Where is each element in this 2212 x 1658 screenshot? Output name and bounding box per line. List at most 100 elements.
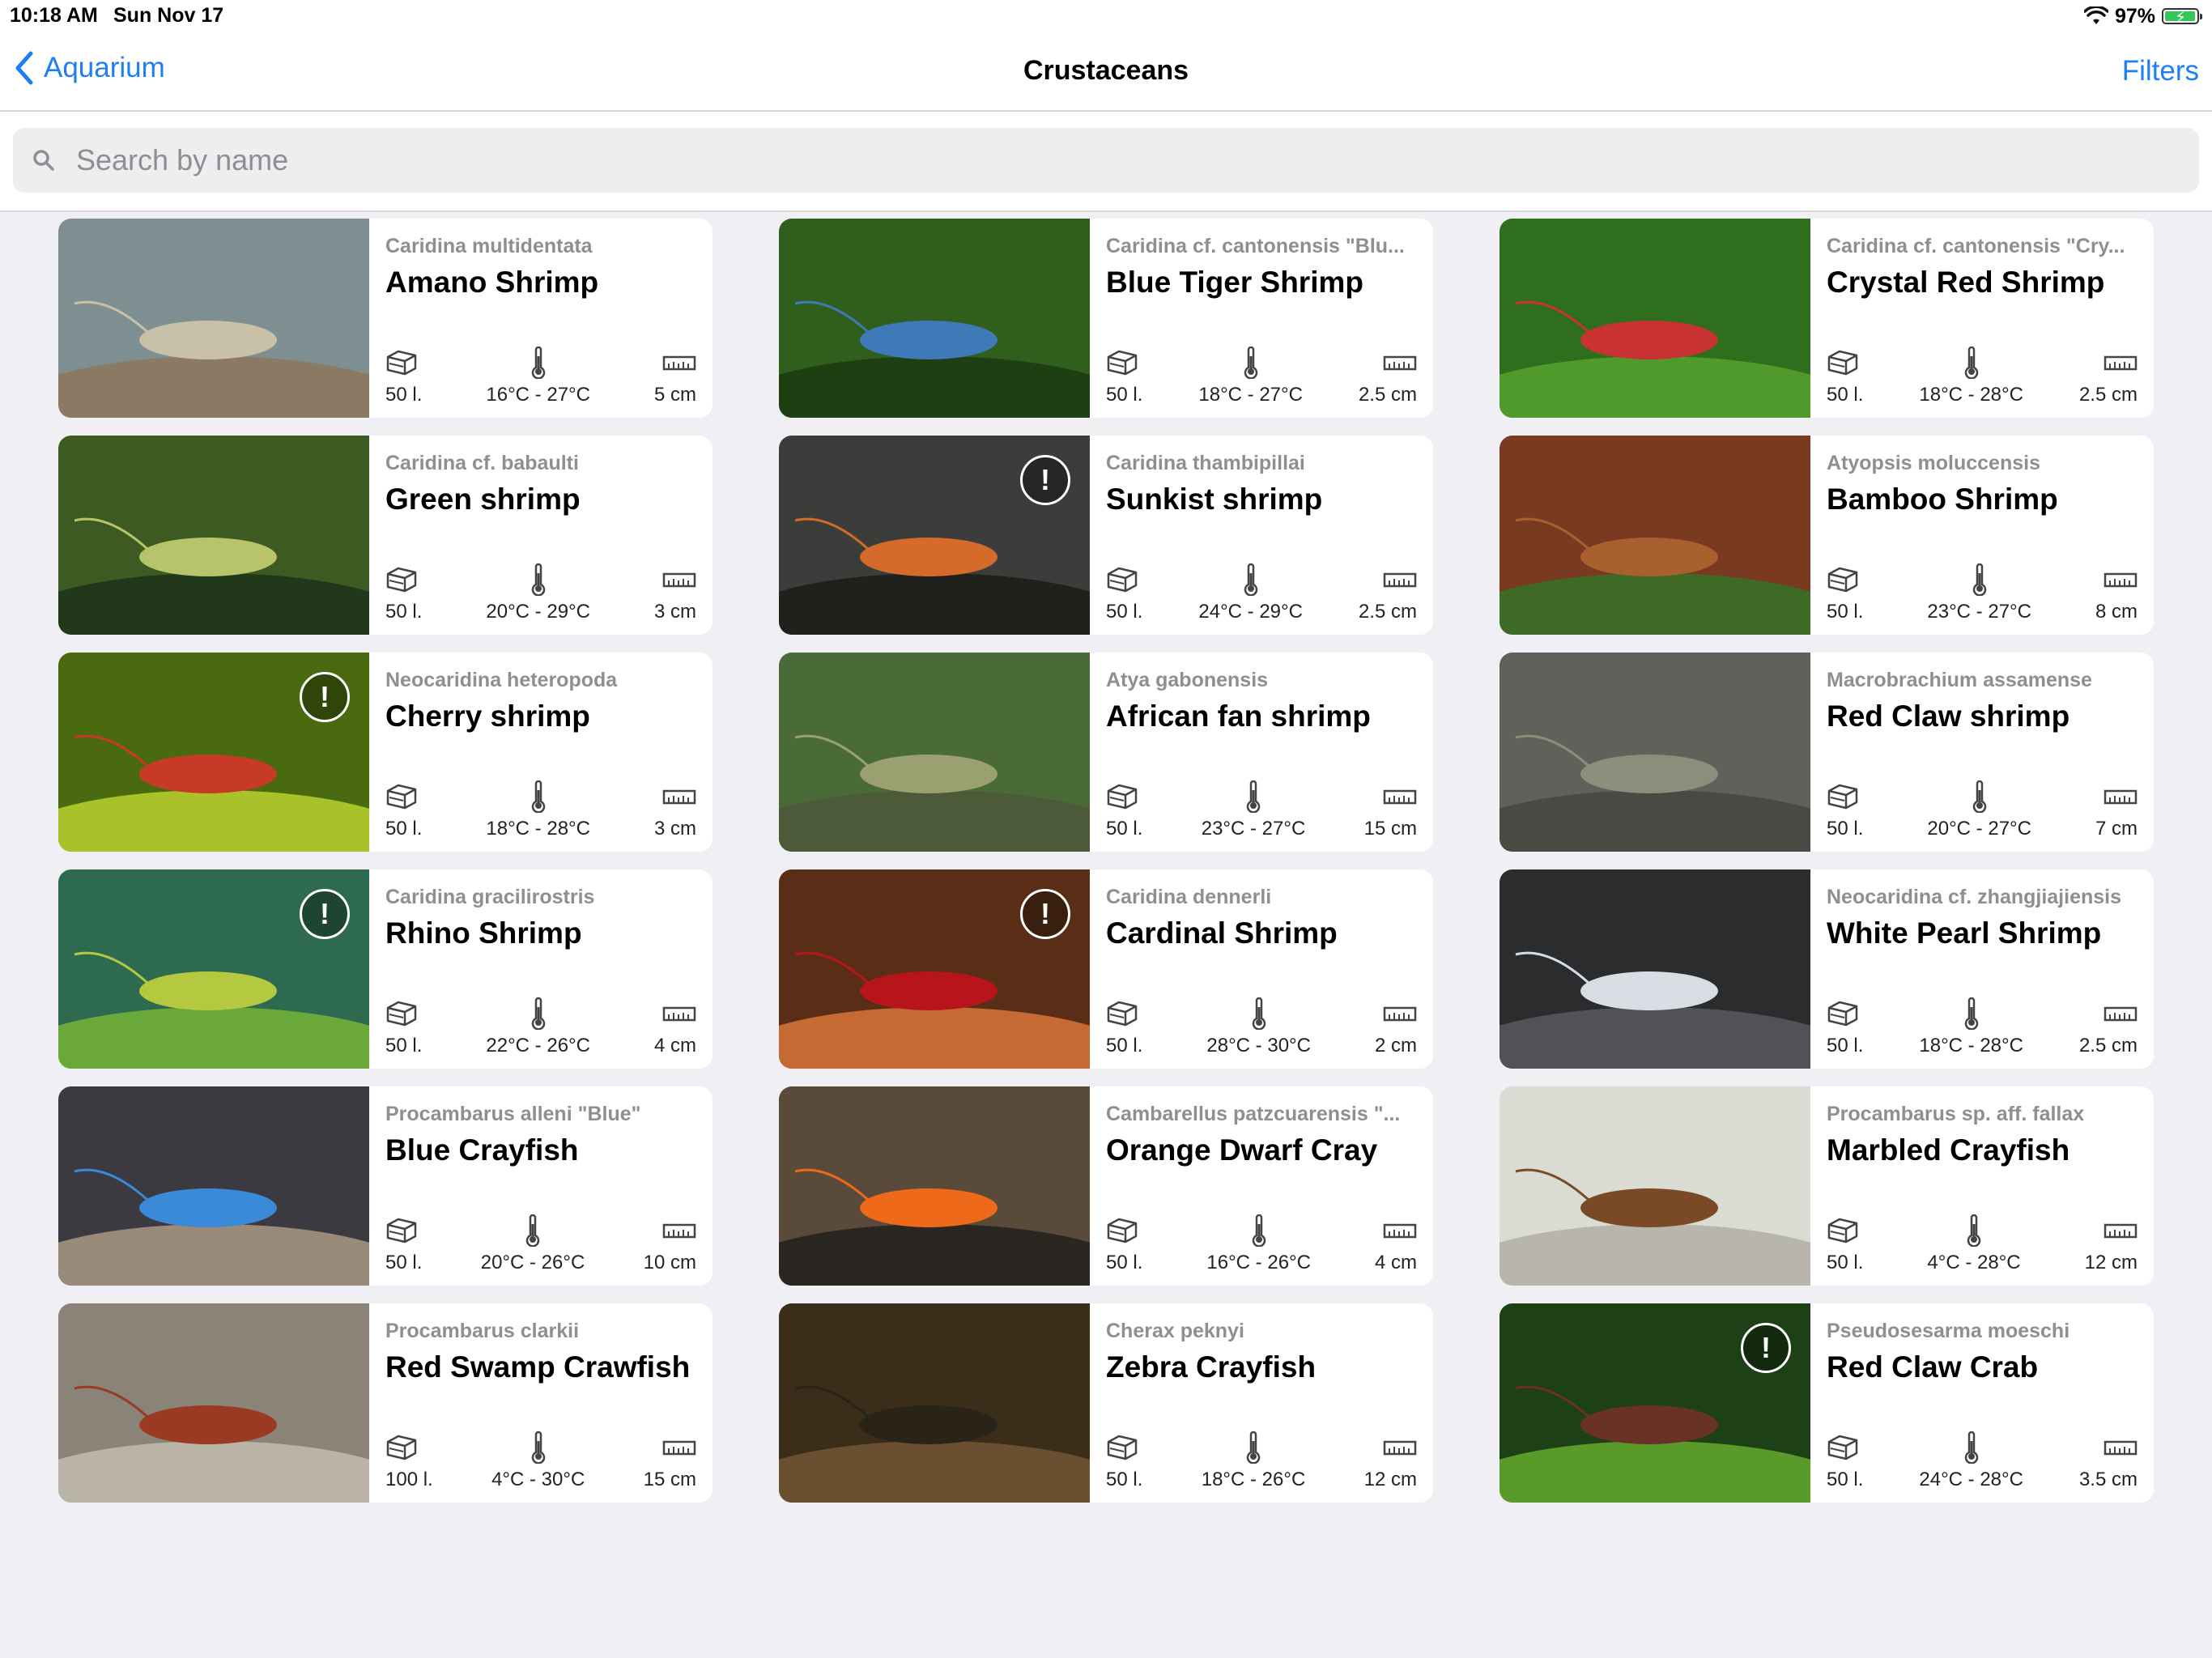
warning-badge-icon[interactable]: ! [1020,455,1070,505]
adult-size: 4 cm [1375,1214,1417,1274]
adult-size: 12 cm [2085,1214,2138,1274]
species-stats: 50 l. 22°C - 26°C 4 cm [385,997,696,1057]
species-photo [58,436,369,635]
tank-icon [1107,784,1138,810]
tank-volume: 50 l. [1827,1214,1863,1274]
temperature-range: 4°C - 28°C [1927,1214,2021,1274]
species-card-6[interactable]: Atyopsis moluccensis Bamboo Shrimp 50 l. [1499,436,2154,635]
common-name: Sunkist shrimp [1106,483,1323,516]
warning-badge-icon[interactable]: ! [1020,889,1070,939]
tank-volume: 50 l. [385,997,422,1057]
species-card-15[interactable]: Procambarus sp. aff. fallax Marbled Cray… [1499,1086,2154,1286]
species-card-1[interactable]: Caridina multidentata Amano Shrimp 50 l. [58,219,713,418]
adult-size-value: 15 cm [643,1469,696,1490]
ruler-icon [1383,572,1417,588]
ruler-icon [1383,355,1417,371]
search-input[interactable] [74,142,2102,178]
tank-volume: 50 l. [1827,780,1863,840]
tank-volume-value: 50 l. [1827,818,1864,840]
species-photo [779,219,1090,418]
species-card-4[interactable]: Caridina cf. babaulti Green shrimp 50 l. [58,436,713,635]
species-card-9[interactable]: Macrobrachium assamense Red Claw shrimp … [1499,653,2154,852]
species-card-14[interactable]: Cambarellus patzcuarensis "... Orange Dw… [779,1086,1433,1286]
temperature-value: 18°C - 26°C [1201,1469,1306,1490]
species-card-16[interactable]: Procambarus clarkii Red Swamp Crawfish 1… [58,1303,713,1503]
charging-bolt-icon: ⚡ [2175,9,2187,27]
temperature-value: 18°C - 28°C [1919,384,2023,406]
species-card-13[interactable]: Procambarus alleni "Blue" Blue Crayfish … [58,1086,713,1286]
common-name: Marbled Crayfish [1827,1133,2070,1167]
species-card-7[interactable]: ! Neocaridina heteropoda Cherry shrimp 5… [58,653,713,852]
thermometer-icon [1972,780,1986,813]
species-photo [58,1086,369,1286]
tank-volume-value: 50 l. [385,1035,423,1056]
species-card-12[interactable]: Neocaridina cf. zhangjiajiensis White Pe… [1499,869,2154,1069]
temperature-range: 18°C - 26°C [1201,1431,1306,1491]
tank-icon [386,1435,417,1460]
species-card-18[interactable]: ! Pseudosesarma moeschi Red Claw Crab 50… [1499,1303,2154,1503]
back-button[interactable]: Aquarium [13,50,165,86]
tank-volume: 50 l. [1106,780,1142,840]
thermometer-icon [531,346,545,379]
temperature-range: 18°C - 28°C [486,780,590,840]
common-name: Blue Tiger Shrimp [1106,266,1363,299]
tank-volume-value: 50 l. [1827,601,1864,623]
warning-badge-icon[interactable]: ! [1741,1323,1791,1373]
warning-badge-icon[interactable]: ! [300,672,350,722]
adult-size-value: 2.5 cm [1358,384,1417,406]
scientific-name: Caridina dennerli [1106,886,1272,908]
tank-icon [1827,784,1858,810]
tank-volume: 50 l. [385,563,422,623]
tank-icon [1107,1001,1138,1027]
tank-volume: 50 l. [385,346,422,406]
adult-size: 2.5 cm [2079,346,2138,406]
adult-size: 3.5 cm [2079,1431,2138,1491]
species-info: Procambarus alleni "Blue" Blue Crayfish … [385,1086,696,1286]
temperature-value: 18°C - 27°C [1198,384,1303,406]
species-card-8[interactable]: Atya gabonensis African fan shrimp 50 l. [779,653,1433,852]
tank-volume-value: 50 l. [1106,1252,1143,1273]
search-bar[interactable] [13,128,2199,193]
adult-size: 3 cm [654,780,696,840]
thermometer-icon [1972,563,1986,596]
species-photo [1499,653,1810,852]
scientific-name: Procambarus alleni "Blue" [385,1103,641,1125]
thermometer-icon [1964,997,1978,1030]
common-name: Red Claw shrimp [1827,699,2070,733]
back-button-label: Aquarium [44,52,165,83]
adult-size: 4 cm [654,997,696,1057]
temperature-range: 16°C - 27°C [486,346,590,406]
species-card-17[interactable]: Cherax peknyi Zebra Crayfish 50 l. 18°C … [779,1303,1433,1503]
species-card-5[interactable]: ! Caridina thambipillai Sunkist shrimp 5… [779,436,1433,635]
tank-volume-value: 50 l. [385,384,423,406]
ruler-icon [662,1006,696,1022]
species-info: Pseudosesarma moeschi Red Claw Crab 50 l… [1827,1303,2138,1503]
tank-volume-value: 100 l. [385,1469,433,1490]
species-photo [1499,436,1810,635]
species-stats: 100 l. 4°C - 30°C 15 cm [385,1431,696,1491]
search-section [0,112,2212,212]
species-card-11[interactable]: ! Caridina dennerli Cardinal Shrimp 50 l… [779,869,1433,1069]
species-card-10[interactable]: ! Caridina gracilirostris Rhino Shrimp 5… [58,869,713,1069]
species-card-2[interactable]: Caridina cf. cantonensis "Blu... Blue Ti… [779,219,1433,418]
species-card-3[interactable]: Caridina cf. cantonensis "Cry... Crystal… [1499,219,2154,418]
species-info: Procambarus sp. aff. fallax Marbled Cray… [1827,1086,2138,1286]
common-name: Green shrimp [385,483,581,516]
adult-size: 2.5 cm [1359,346,1417,406]
species-info: Caridina cf. cantonensis "Blu... Blue Ti… [1106,219,1417,418]
species-stats: 50 l. 18°C - 28°C 2.5 cm [1827,346,2138,406]
adult-size-value: 4 cm [1374,1252,1417,1273]
adult-size: 15 cm [1364,780,1417,840]
warning-badge-icon[interactable]: ! [300,889,350,939]
ruler-icon [662,1223,696,1239]
species-stats: 50 l. 24°C - 29°C 2.5 cm [1106,563,1417,623]
common-name: Red Claw Crab [1827,1350,2039,1384]
adult-size: 12 cm [1364,1431,1417,1491]
ruler-icon [2104,355,2138,371]
tank-volume-value: 50 l. [1827,1252,1864,1273]
species-photo [1499,869,1810,1069]
filters-button[interactable]: Filters [2122,55,2199,87]
temperature-value: 28°C - 30°C [1206,1035,1311,1056]
tank-volume: 50 l. [1106,346,1142,406]
temperature-range: 23°C - 27°C [1927,563,2031,623]
